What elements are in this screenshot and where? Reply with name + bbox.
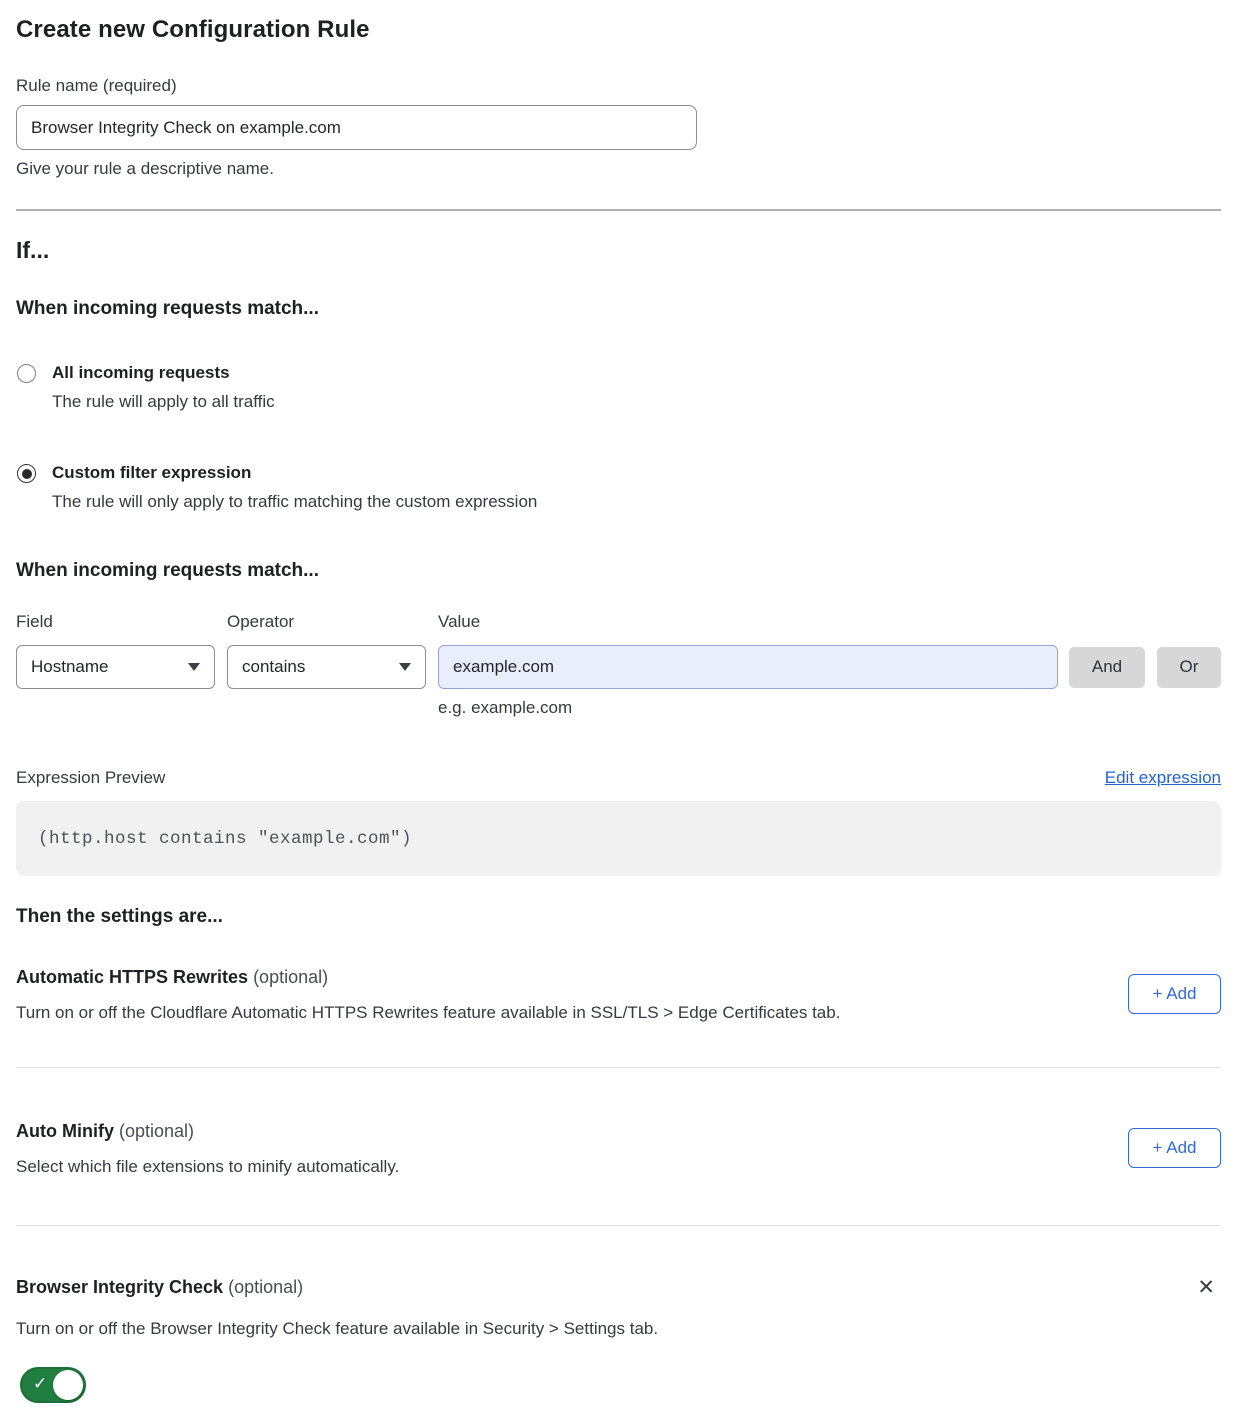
- or-button[interactable]: Or: [1157, 647, 1221, 688]
- value-input[interactable]: [438, 645, 1058, 689]
- setting-title: Auto Minify: [16, 1121, 114, 1141]
- setting-automatic-https-rewrites: Automatic HTTPS Rewrites (optional) Turn…: [16, 966, 1221, 1023]
- setting-description: Select which file extensions to minify a…: [16, 1156, 399, 1177]
- create-configuration-rule-page: Create new Configuration Rule Rule name …: [0, 0, 1237, 1428]
- section-divider: [16, 209, 1221, 211]
- browser-integrity-check-toggle[interactable]: ✓: [20, 1367, 86, 1403]
- rule-name-helper: Give your rule a descriptive name.: [16, 159, 1221, 179]
- rule-name-label: Rule name (required): [16, 76, 1221, 96]
- then-settings-heading: Then the settings are...: [16, 906, 1221, 928]
- expression-preview-label: Expression Preview: [16, 768, 165, 788]
- radio-all-incoming-description: The rule will apply to all traffic: [52, 391, 275, 412]
- setting-browser-integrity-check: Browser Integrity Check (optional) ✕: [16, 1276, 1221, 1300]
- setting-title: Automatic HTTPS Rewrites: [16, 967, 248, 987]
- edit-expression-link[interactable]: Edit expression: [1105, 768, 1221, 788]
- setting-divider: [16, 1067, 1221, 1068]
- operator-select-value: contains: [242, 657, 305, 677]
- radio-option-custom-filter[interactable]: Custom filter expression The rule will o…: [16, 462, 1221, 512]
- setting-optional-tag: (optional): [253, 967, 328, 987]
- setting-title: Browser Integrity Check: [16, 1277, 223, 1297]
- chevron-down-icon: [399, 663, 411, 671]
- field-column-label: Field: [16, 612, 215, 632]
- field-select-value: Hostname: [31, 657, 108, 677]
- expression-preview-box: (http.host contains "example.com"): [16, 801, 1221, 876]
- radio-custom-filter-label: Custom filter expression: [52, 462, 537, 483]
- radio-all-incoming-label: All incoming requests: [52, 362, 275, 383]
- page-title: Create new Configuration Rule: [16, 16, 1221, 44]
- chevron-down-icon: [188, 663, 200, 671]
- radio-selected-icon[interactable]: [17, 464, 36, 483]
- match-heading: When incoming requests match...: [16, 298, 1221, 320]
- add-automatic-https-rewrites-button[interactable]: + Add: [1128, 974, 1221, 1014]
- operator-column-label: Operator: [227, 612, 426, 632]
- operator-select[interactable]: contains: [227, 645, 426, 689]
- radio-custom-filter-description: The rule will only apply to traffic matc…: [52, 491, 537, 512]
- radio-option-all-incoming[interactable]: All incoming requests The rule will appl…: [16, 362, 1221, 412]
- if-heading: If...: [16, 237, 1221, 264]
- and-button[interactable]: And: [1069, 647, 1145, 688]
- setting-description: Turn on or off the Browser Integrity Che…: [16, 1318, 1221, 1339]
- value-helper-text: e.g. example.com: [438, 698, 1221, 718]
- toggle-knob: [53, 1370, 83, 1400]
- value-column-label: Value: [438, 612, 480, 632]
- setting-optional-tag: (optional): [119, 1121, 194, 1141]
- close-icon[interactable]: ✕: [1191, 1276, 1221, 1300]
- setting-description: Turn on or off the Cloudflare Automatic …: [16, 1002, 840, 1023]
- field-select[interactable]: Hostname: [16, 645, 215, 689]
- expression-builder-heading: When incoming requests match...: [16, 560, 1221, 582]
- radio-unselected-icon[interactable]: [17, 364, 36, 383]
- check-icon: ✓: [33, 1374, 47, 1394]
- add-auto-minify-button[interactable]: + Add: [1128, 1128, 1221, 1168]
- rule-name-input[interactable]: [16, 105, 697, 150]
- expression-code: (http.host contains "example.com"): [38, 829, 412, 849]
- setting-divider: [16, 1225, 1221, 1226]
- setting-optional-tag: (optional): [228, 1277, 303, 1297]
- setting-auto-minify: Auto Minify (optional) Select which file…: [16, 1120, 1221, 1177]
